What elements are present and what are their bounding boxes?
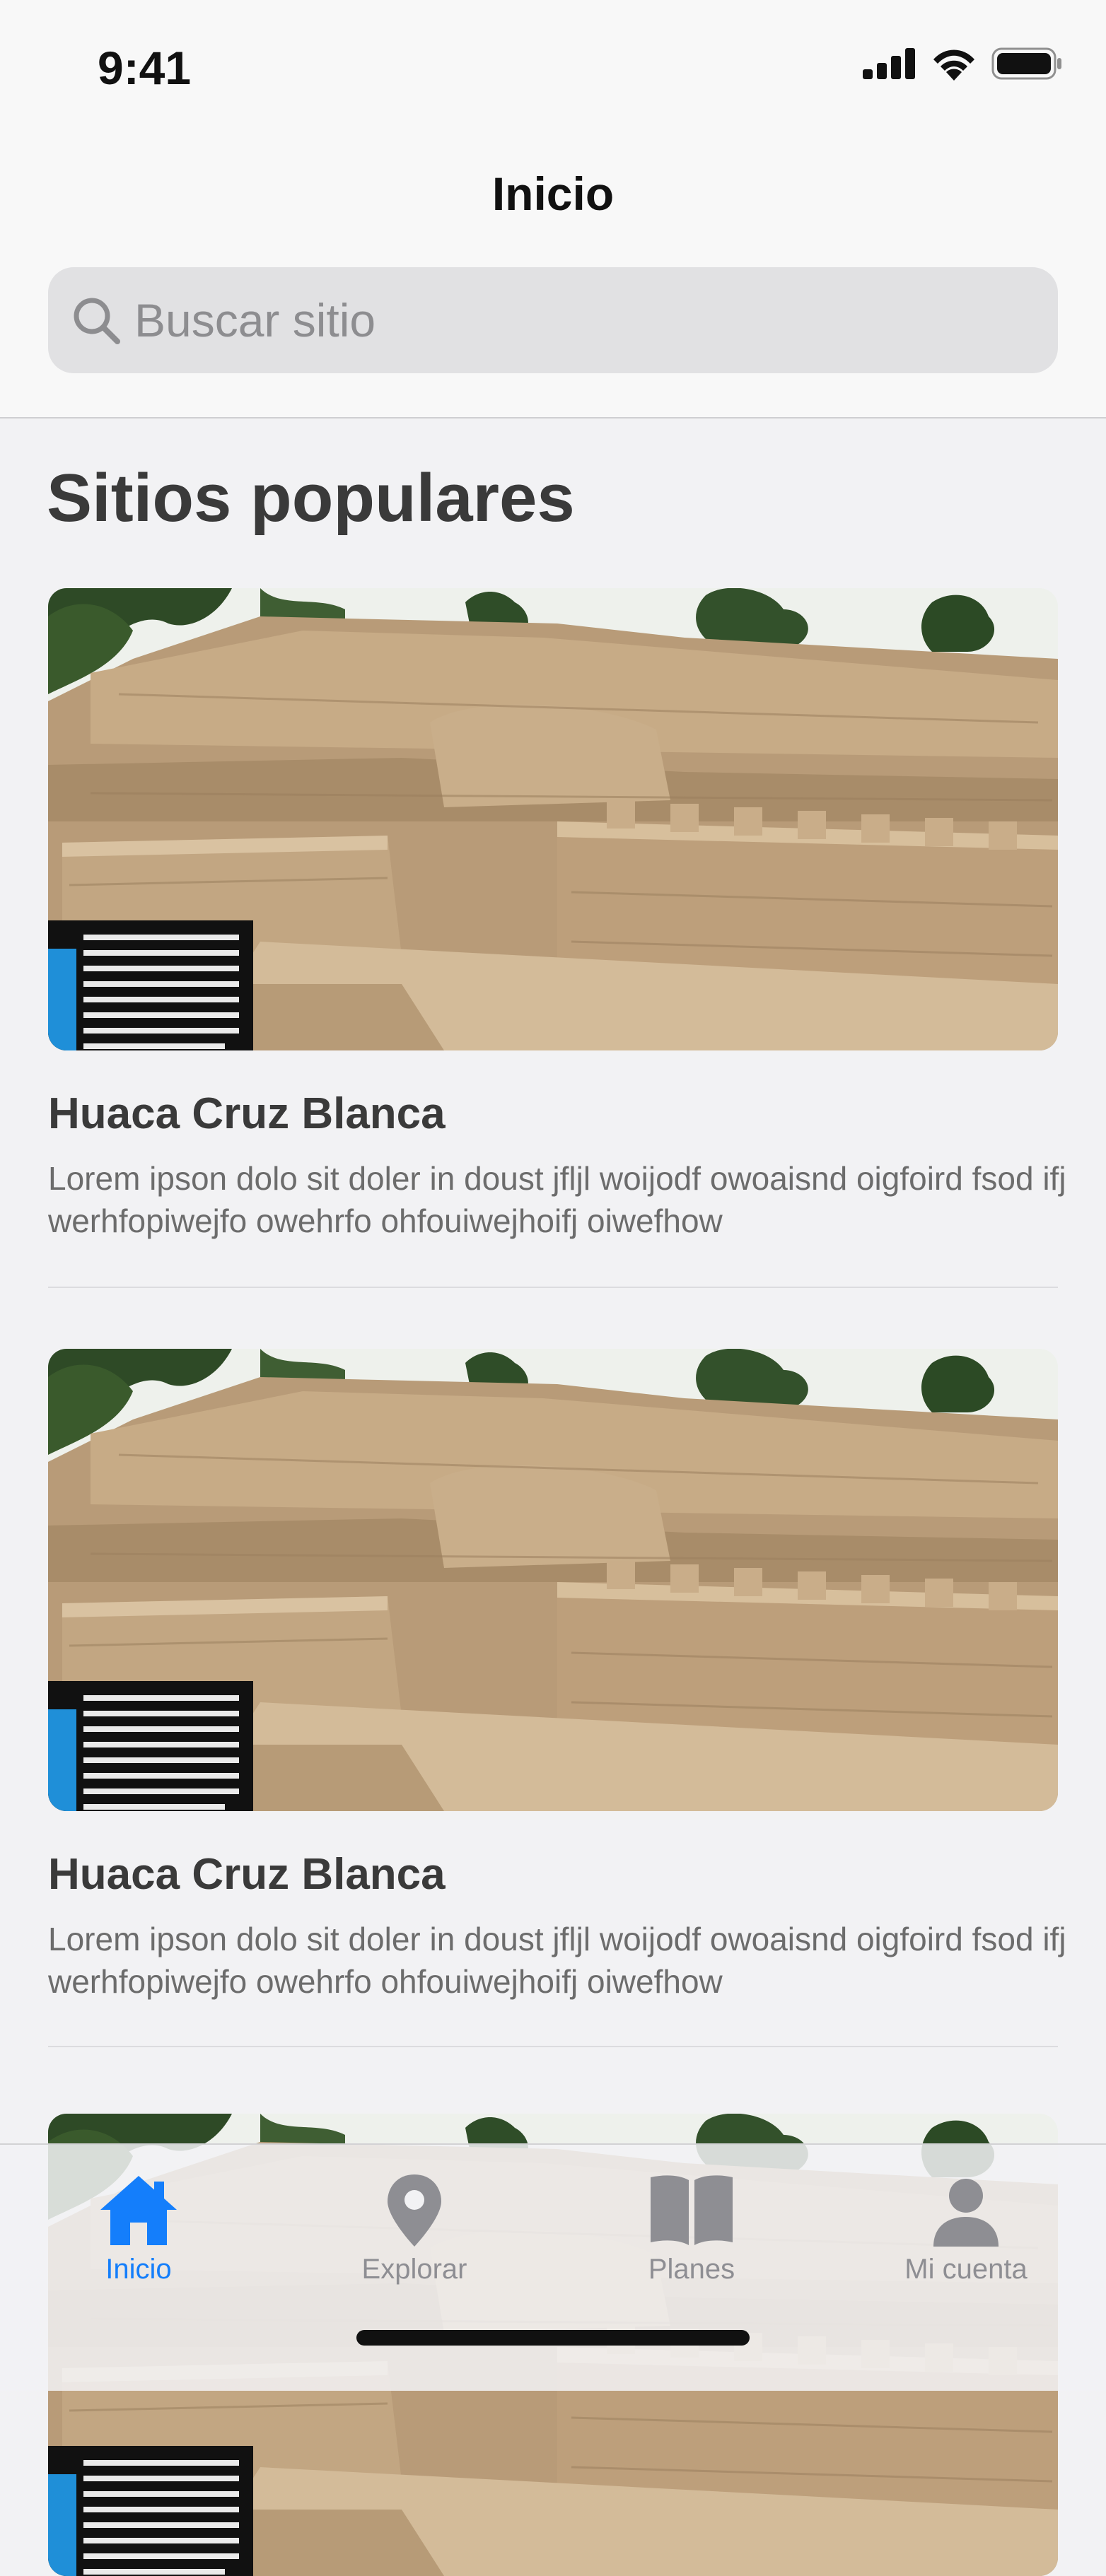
search-input[interactable]	[133, 293, 984, 348]
home-icon	[100, 2176, 177, 2245]
tab-label: Mi cuenta	[904, 2254, 1028, 2285]
site-title[interactable]: Huaca Cruz Blanca	[48, 1089, 1058, 1139]
site-description: Lorem ipson dolo sit doler in doust jflj…	[48, 1921, 1066, 2000]
site-card[interactable]: Huaca Cruz Blanca Lorem ipson dolo sit d…	[48, 588, 1066, 1242]
status-time: 9:41	[98, 42, 192, 94]
site-title[interactable]: Huaca Cruz Blanca	[48, 1849, 1058, 1899]
home-indicator	[356, 2330, 750, 2346]
user-icon	[933, 2179, 999, 2247]
status-icons	[863, 47, 1062, 81]
tab-planes[interactable]: Planes	[607, 2172, 776, 2313]
header: 9:41 Inicio	[0, 0, 1106, 418]
site-description: Lorem ipson dolo sit doler in doust jflj…	[48, 1160, 1066, 1239]
tab-label: Inicio	[105, 2254, 172, 2285]
search-icon	[74, 298, 120, 344]
tab-explorar[interactable]: Explorar	[330, 2172, 499, 2313]
wifi-icon	[933, 49, 974, 81]
divider	[48, 1287, 1058, 1288]
site-card[interactable]: Huaca Cruz Blanca Lorem ipson dolo sit d…	[48, 1349, 1066, 2003]
battery-icon	[991, 47, 1061, 80]
tab-label: Planes	[648, 2254, 735, 2285]
location-pin-icon	[388, 2174, 441, 2247]
cellular-signal-icon	[863, 48, 915, 79]
tab-mi-cuenta[interactable]: Mi cuenta	[881, 2172, 1051, 2313]
tab-bar: Inicio Explorar Planes Mi cuenta	[0, 2143, 1106, 2391]
tab-label: Explorar	[361, 2254, 467, 2285]
section-title: Sitios populares	[47, 460, 575, 536]
search-bar[interactable]	[48, 267, 1058, 373]
site-image[interactable]	[48, 588, 1058, 1050]
book-icon	[651, 2175, 733, 2245]
page-title: Inicio	[491, 168, 615, 220]
divider	[48, 2046, 1058, 2047]
site-image[interactable]	[48, 1349, 1058, 1811]
tab-inicio[interactable]: Inicio	[54, 2172, 223, 2313]
